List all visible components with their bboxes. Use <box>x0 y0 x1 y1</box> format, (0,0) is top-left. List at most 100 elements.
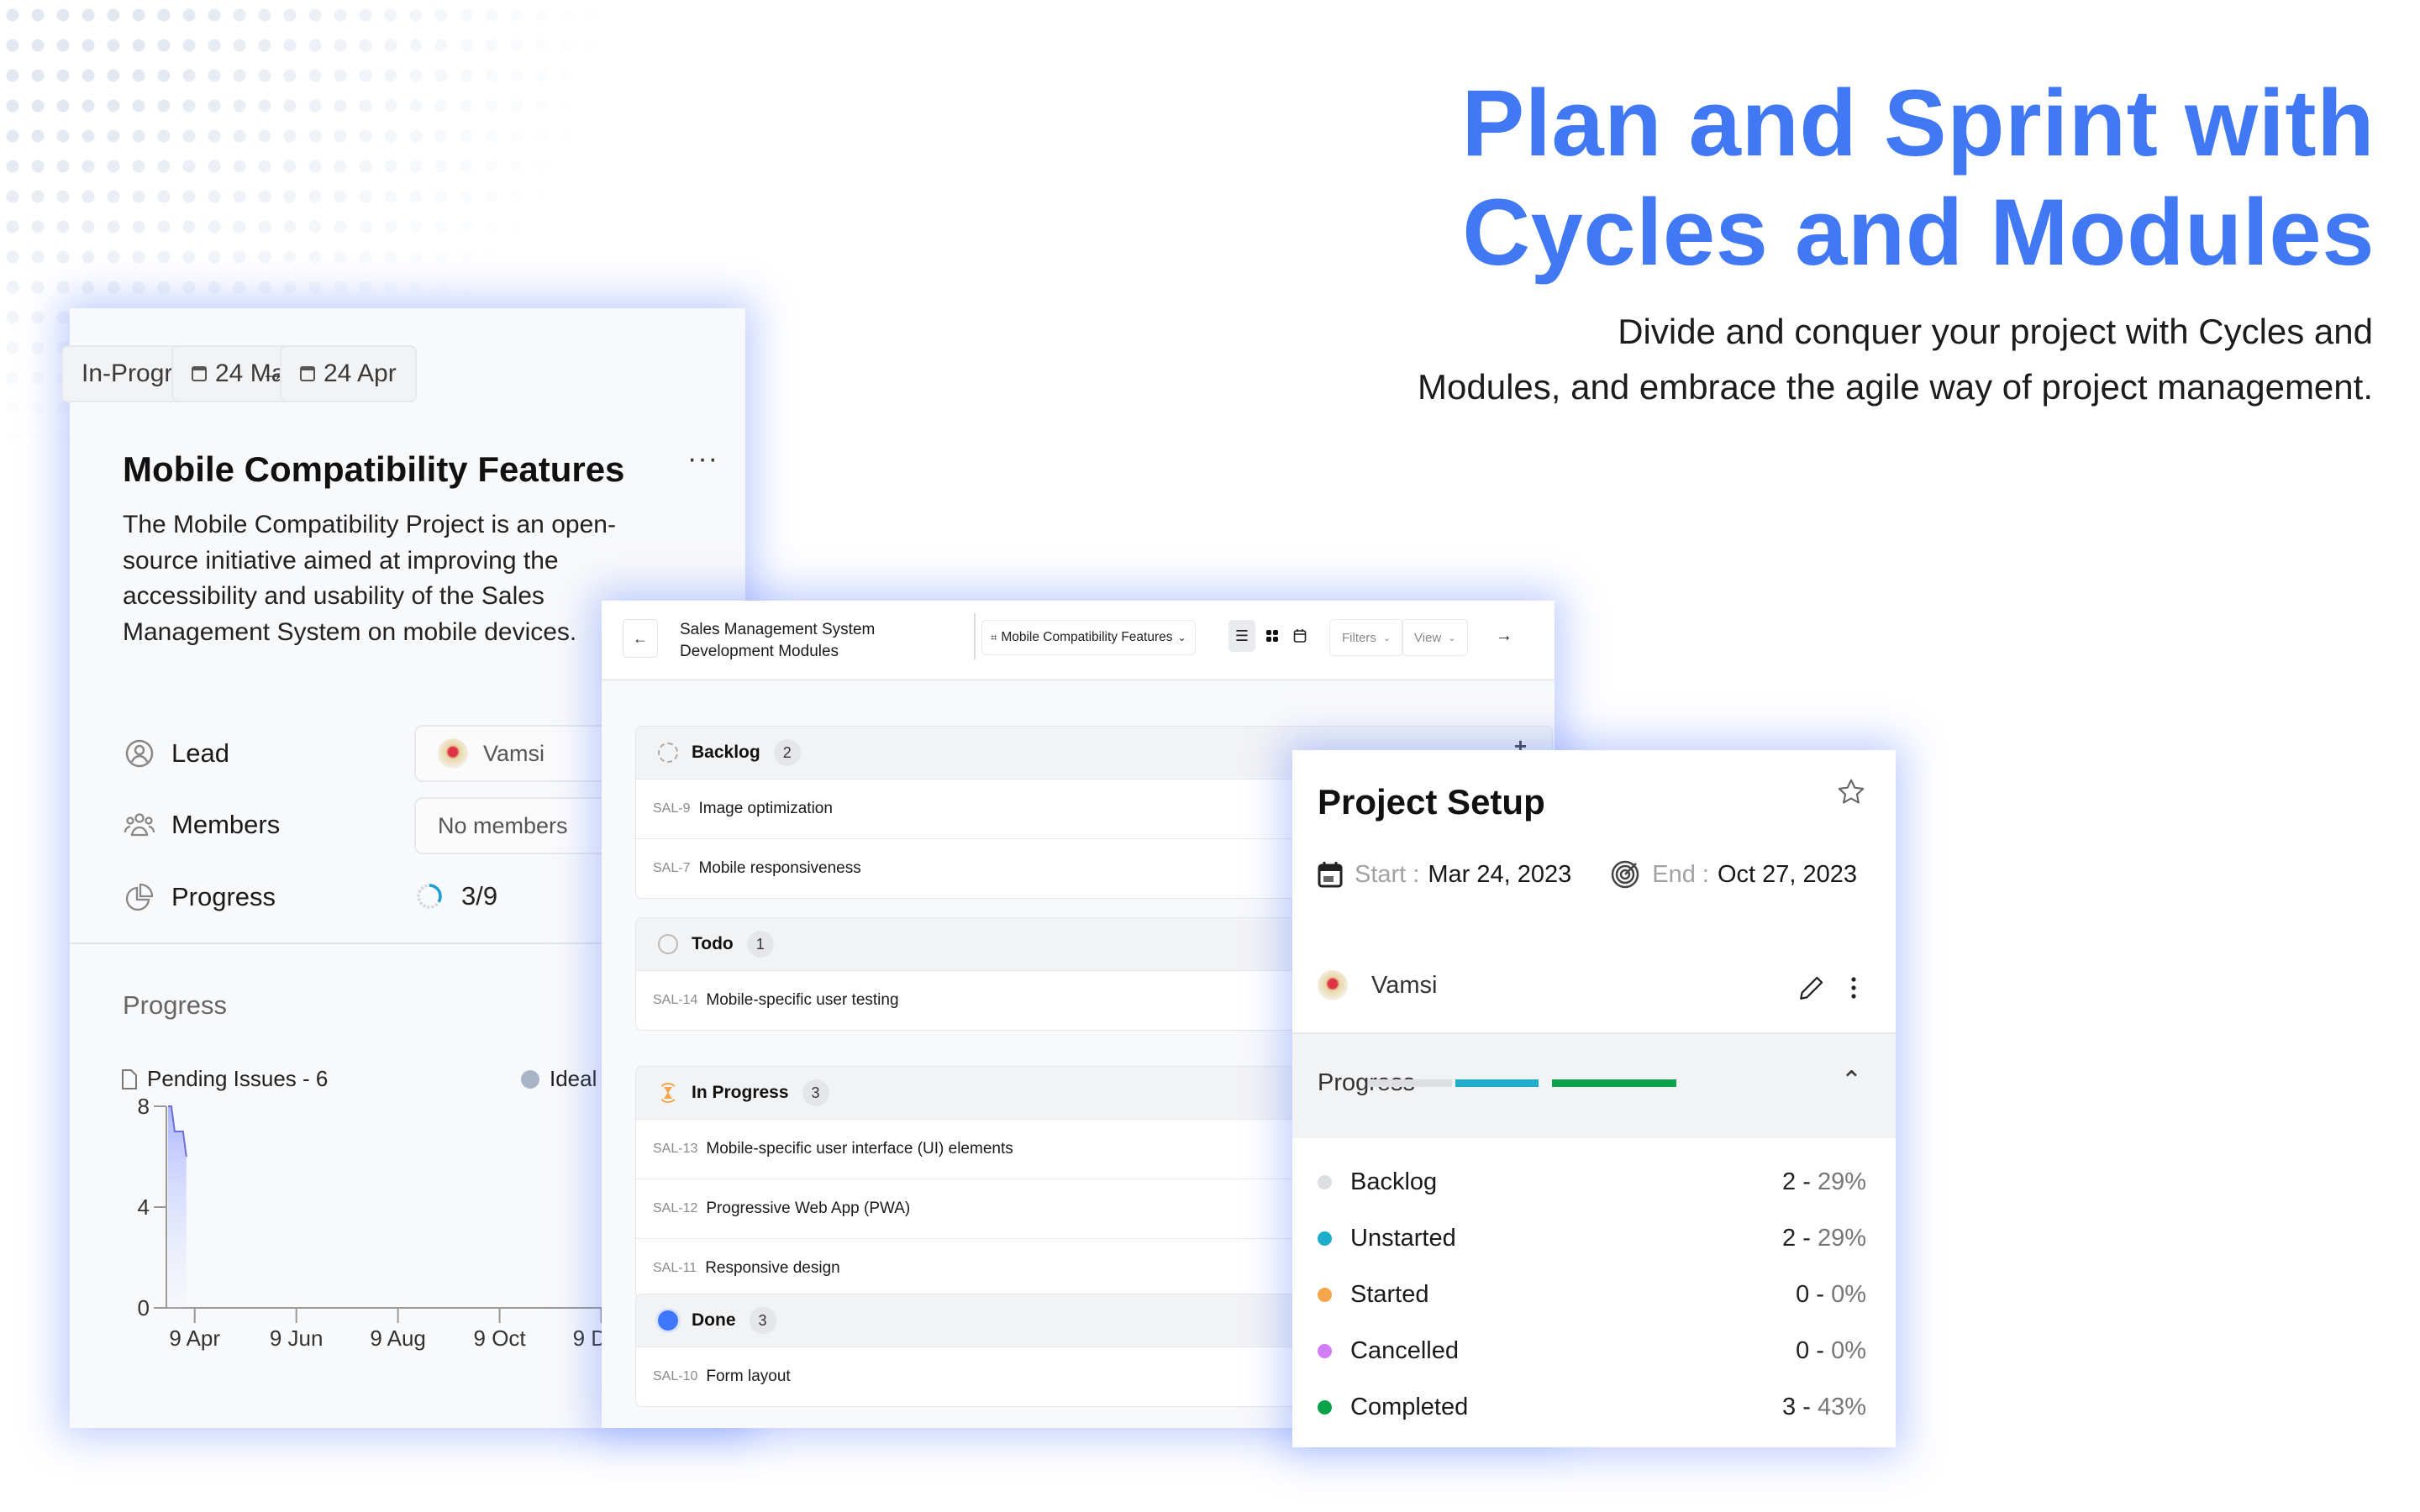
edit-button[interactable] <box>1797 974 1826 1006</box>
group-count-badge: 3 <box>749 1307 776 1334</box>
y-tick-label: 8 <box>138 1098 150 1119</box>
progress-toggle[interactable]: Progress ⌃ <box>1292 1032 1896 1138</box>
hero-subtitle-line-1: Divide and conquer your project with Cyc… <box>1618 312 2373 351</box>
state-count: 0 <box>1796 1280 1810 1308</box>
end-date-value: Oct 27, 2023 <box>1717 860 1858 888</box>
user-circle-icon <box>123 737 156 770</box>
y-tick-label: 4 <box>138 1194 150 1220</box>
state-label: Unstarted <box>1350 1224 1456 1252</box>
filters-button[interactable]: Filters ⌄ <box>1329 619 1404 656</box>
ideal-legend-dot <box>521 1069 539 1089</box>
state-value: 0 - 0% <box>1796 1280 1866 1308</box>
grid-icon <box>1266 630 1278 642</box>
group-count-badge: 2 <box>773 739 801 766</box>
state-count: 3 <box>1782 1393 1797 1420</box>
state-label: Cancelled <box>1350 1336 1459 1364</box>
lead-label: Lead <box>171 738 229 768</box>
issue-key: SAL-14 <box>653 993 698 1007</box>
list-layout-button[interactable]: ☰ <box>1228 620 1255 652</box>
members-label: Members <box>171 810 281 839</box>
state-label: Started <box>1350 1280 1429 1308</box>
start-date-value: Mar 24, 2023 <box>1428 860 1572 888</box>
chevron-up-icon: ⌃ <box>1840 1067 1862 1095</box>
state-value: 0 - 0% <box>1796 1336 1866 1364</box>
progress-segment-unstarted <box>1455 1079 1539 1087</box>
issue-title: Image optimization <box>698 800 833 817</box>
favorite-button[interactable] <box>1836 777 1866 811</box>
state-percent: 43% <box>1817 1393 1866 1420</box>
calendar-icon <box>1293 629 1307 643</box>
state-row-backlog[interactable]: Backlog 2 - 29% <box>1318 1165 1866 1199</box>
state-percent: 29% <box>1817 1224 1866 1252</box>
state-row-started[interactable]: Started 0 - 0% <box>1318 1278 1866 1311</box>
issue-key: SAL-12 <box>653 1201 698 1215</box>
end-date-button[interactable]: 24 Apr <box>280 345 417 402</box>
more-options-button[interactable] <box>1849 975 1858 1005</box>
module-select-label: Mobile Compatibility Features <box>1001 630 1173 644</box>
calendar-layout-button[interactable] <box>1286 620 1313 652</box>
filters-label: Filters <box>1342 630 1376 645</box>
state-value: 2 - 29% <box>1782 1168 1866 1195</box>
issue-key: SAL-13 <box>653 1142 698 1156</box>
vertical-dots-icon <box>1851 977 1856 999</box>
cycle-detail-panel: Project Setup Start : Mar 24, 2023 End :… <box>1292 750 1896 1447</box>
start-date-label: Start : <box>1355 860 1420 888</box>
backlog-state-icon <box>658 743 678 763</box>
users-icon <box>123 808 156 842</box>
state-percent: 29% <box>1817 1168 1866 1195</box>
issue-title: Mobile-specific user testing <box>706 991 899 1009</box>
file-icon <box>122 1068 137 1089</box>
state-count: 2 <box>1782 1168 1797 1195</box>
issue-key: SAL-10 <box>653 1369 698 1383</box>
y-tick-label: 0 <box>138 1295 150 1320</box>
calendar-icon <box>1318 862 1343 888</box>
issue-key: SAL-11 <box>653 1261 697 1275</box>
back-button[interactable]: ← <box>623 619 658 658</box>
more-options-button[interactable]: ··· <box>687 443 718 475</box>
done-state-icon <box>658 1310 678 1331</box>
x-tick-label: 9 Oct <box>474 1326 527 1351</box>
state-row-cancelled[interactable]: Cancelled 0 - 0% <box>1318 1334 1866 1368</box>
pencil-icon <box>1800 976 1823 1000</box>
progress-label: Progress <box>171 882 276 911</box>
cycle-lead: Vamsi <box>1318 970 1437 1000</box>
group-name: Backlog <box>692 743 760 762</box>
progress-section-title: Progress <box>123 990 228 1020</box>
state-value: 2 - 29% <box>1782 1224 1866 1252</box>
module-select-dropdown[interactable]: ⌗ Mobile Compatibility Features ⌄ <box>981 620 1196 655</box>
hero-title-line-1: Plan and Sprint with <box>1461 71 2375 176</box>
panel-header: ← Sales Management System Development Mo… <box>602 601 1555 681</box>
in-progress-state-icon <box>658 1083 678 1103</box>
x-tick-label: 9 Jun <box>270 1326 324 1351</box>
progress-property: Progress <box>123 868 276 927</box>
state-row-unstarted[interactable]: Unstarted 2 - 29% <box>1318 1221 1866 1255</box>
state-color-dot <box>1318 1174 1332 1189</box>
chevron-down-icon: ⌄ <box>1448 633 1456 643</box>
state-color-dot <box>1318 1231 1332 1246</box>
open-peek-button[interactable]: → <box>1491 620 1518 652</box>
todo-state-icon <box>658 934 678 954</box>
group-name: Todo <box>692 934 734 953</box>
state-row-completed[interactable]: Completed 3 - 43% <box>1318 1390 1866 1424</box>
state-count: 2 <box>1782 1224 1797 1252</box>
breadcrumb-project[interactable]: Sales Management System <box>680 619 875 641</box>
progress-value: 3/9 <box>414 881 497 911</box>
state-label: Completed <box>1350 1393 1469 1420</box>
view-button[interactable]: View ⌄ <box>1402 619 1469 656</box>
state-value: 3 - 43% <box>1782 1393 1866 1420</box>
ideal-legend-label: Ideal <box>550 1066 597 1091</box>
group-name: Done <box>692 1310 736 1330</box>
hero-subtitle: Divide and conquer your project with Cyc… <box>1197 304 2373 415</box>
breadcrumb-modules[interactable]: Development Modules <box>680 641 875 663</box>
issue-title: Mobile-specific user interface (UI) elem… <box>706 1140 1013 1158</box>
cycle-actions <box>1797 974 1858 1006</box>
members-value: No members <box>438 812 568 838</box>
hero-subtitle-line-2: Modules, and embrace the agile way of pr… <box>1418 367 2373 407</box>
module-title: Mobile Compatibility Features <box>123 449 625 489</box>
star-icon <box>1838 779 1865 804</box>
issue-title: Form layout <box>706 1368 791 1385</box>
state-label: Backlog <box>1350 1168 1438 1195</box>
calendar-icon <box>192 366 207 381</box>
kanban-layout-button[interactable] <box>1259 620 1286 652</box>
state-percent: 0% <box>1831 1280 1866 1308</box>
